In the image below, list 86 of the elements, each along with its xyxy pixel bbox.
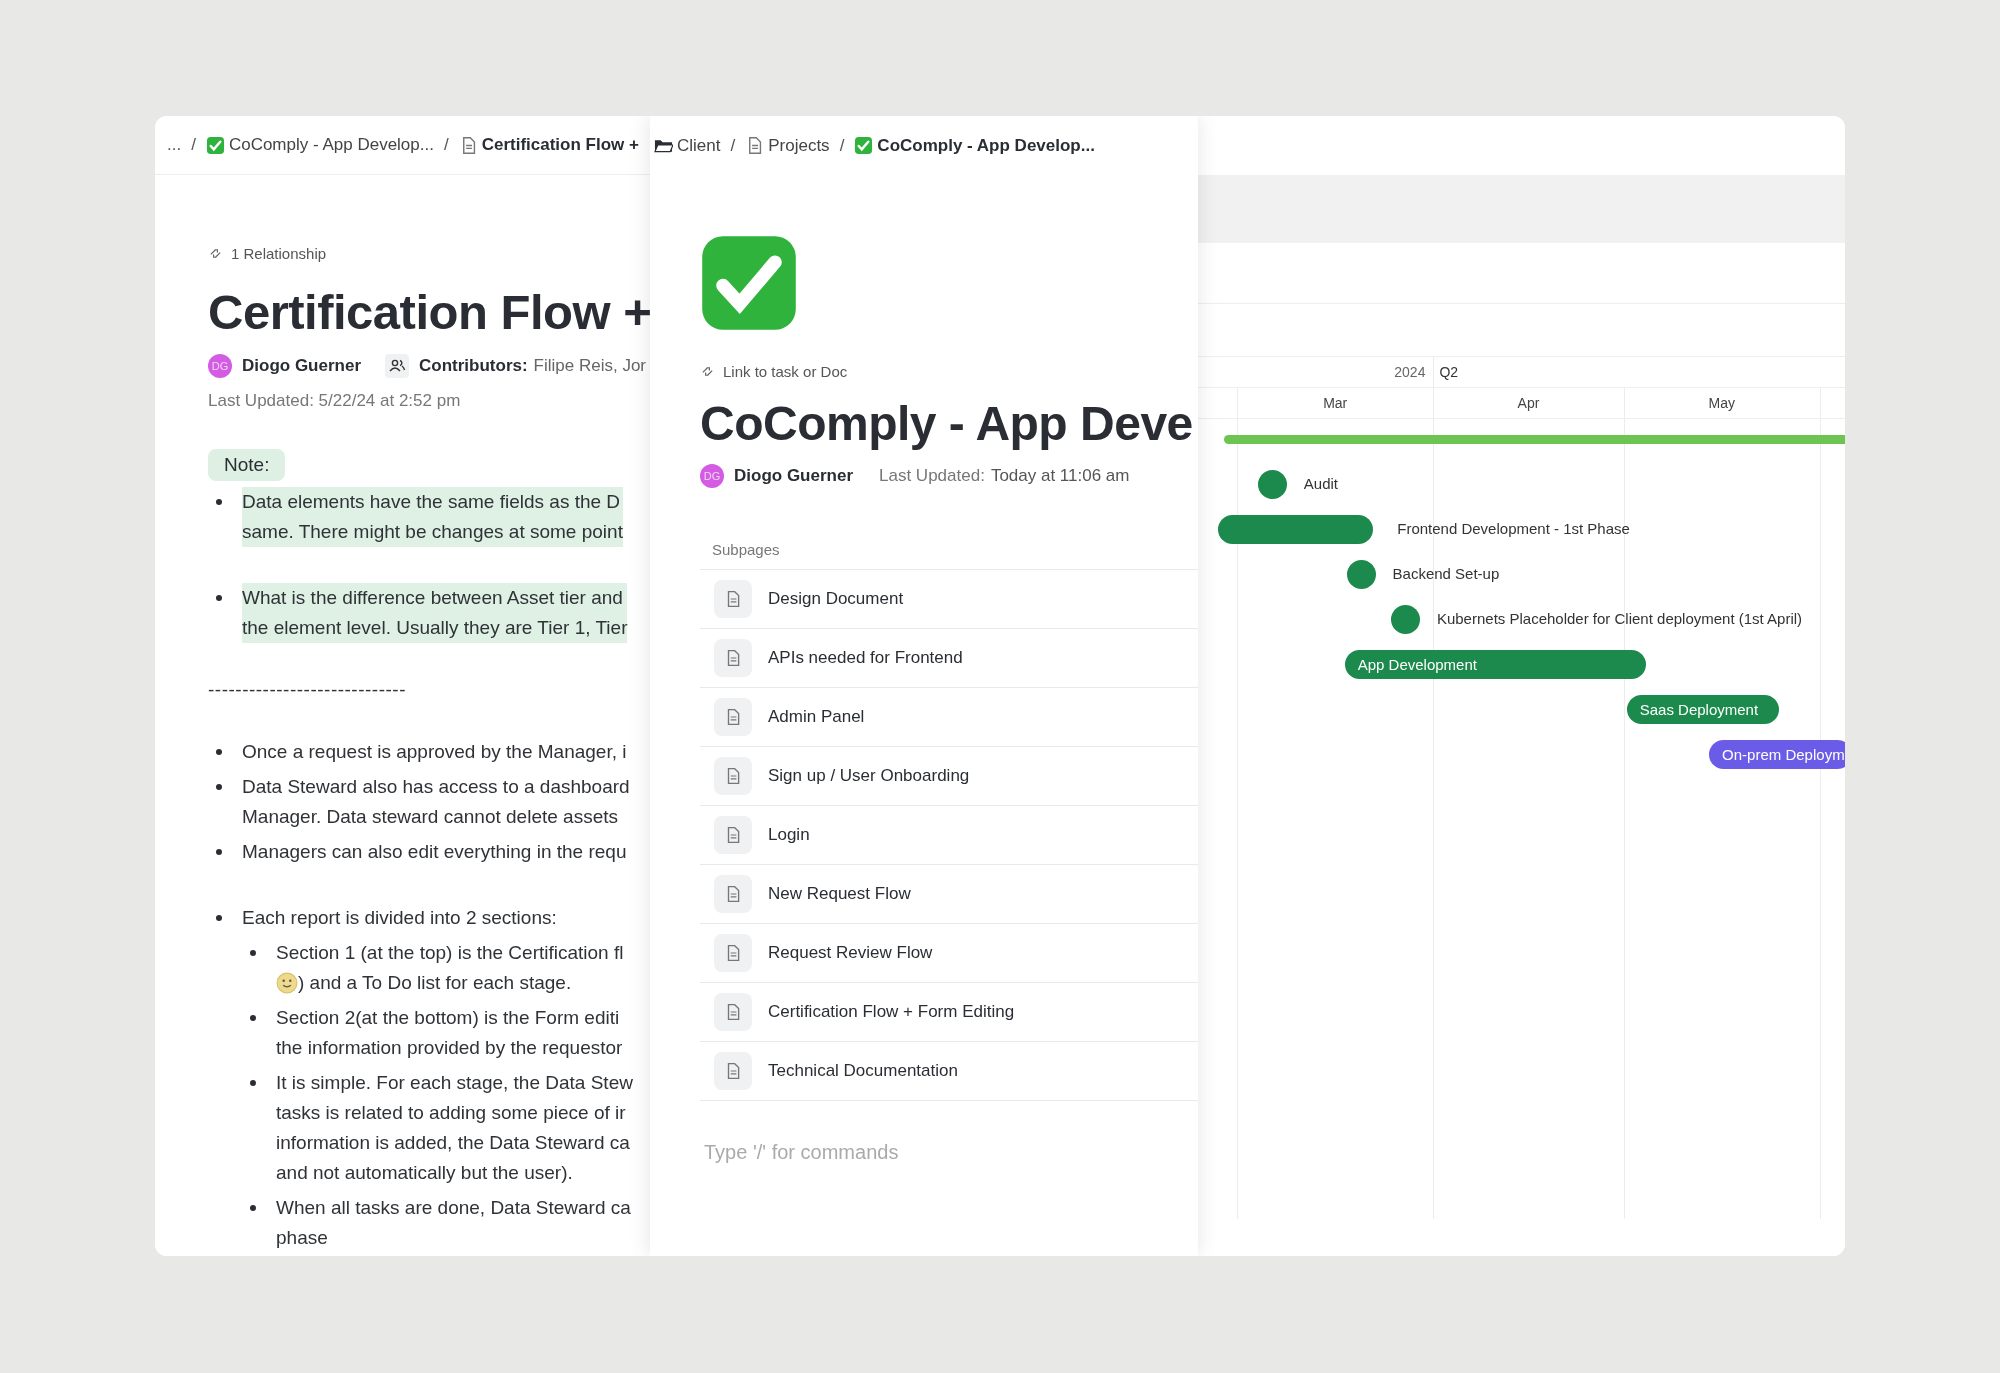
milestone-dot[interactable] <box>1257 470 1287 499</box>
last-updated-value: Today at 11:06 am <box>990 466 1130 486</box>
bullet-text: What is the difference between Asset tier and the element level. Usually they are Tier 1, Tier <box>242 583 628 643</box>
bullet-dot <box>216 595 222 601</box>
milestone-dot[interactable] <box>1390 605 1420 634</box>
quarter-label: Q2 <box>1439 364 1459 380</box>
bullet-text: Data Steward also has access to a dashboard Manager. Data steward cannot delete assets <box>242 775 630 829</box>
subpage-row[interactable]: Design Document <box>700 570 1198 629</box>
breadcrumb-separator: / <box>839 135 845 156</box>
subpage-row[interactable]: Request Review Flow <box>700 924 1198 983</box>
contributors-label: Contributors: <box>419 356 528 376</box>
bullet-dot <box>250 1080 256 1086</box>
month-label: Mar <box>1322 395 1349 411</box>
breadcrumb-link[interactable]: Certification Flow + <box>458 135 639 155</box>
subpage-row[interactable]: Certification Flow + Form Editing <box>700 983 1198 1042</box>
page-title: CoComply - App Deve <box>700 396 1194 452</box>
bullet-dot <box>250 950 256 956</box>
document-icon <box>714 698 752 736</box>
author-name: Diogo Guerner <box>242 356 361 376</box>
task-label: Audit <box>1303 475 1339 492</box>
bullet-dot <box>216 915 222 921</box>
document-icon <box>714 993 752 1031</box>
subpage-row[interactable]: New Request Flow <box>700 865 1198 924</box>
bullet-dot <box>250 1205 256 1211</box>
bullet-dot <box>216 499 222 505</box>
page-title: Certification Flow + <box>208 284 650 341</box>
breadcrumb-link[interactable]: CoComply - App Develop... <box>205 135 434 155</box>
bullet-dot <box>216 749 222 755</box>
task-bar[interactable]: Saas Deployment <box>1626 695 1779 724</box>
bullet-text: It is simple. For each stage, the Data Stew tasks is related to adding some piece of ir information is added, the Data Steward ca and not automatically but the user). <box>276 1071 633 1185</box>
contributors-icon <box>385 354 409 378</box>
breadcrumb-separator: / <box>730 135 736 156</box>
smiley-icon <box>276 972 298 994</box>
bullet-text: ) and a To Do list for each stage. <box>298 971 572 995</box>
task-bar[interactable] <box>1218 515 1374 544</box>
checkbox-icon <box>854 136 874 155</box>
last-updated: Last Updated: 5/22/24 at 2:52 pm <box>208 391 462 412</box>
document-icon <box>714 757 752 795</box>
year-label: 2024 <box>1394 364 1426 380</box>
bullet-text: When all tasks are done, Data Steward ca phase <box>276 1196 631 1250</box>
subpage-row[interactable]: Technical Documentation <box>700 1042 1198 1101</box>
document-icon <box>714 816 752 854</box>
document-icon <box>714 1052 752 1090</box>
author-name: Diogo Guerner <box>734 466 853 486</box>
subpages-heading: Subpages <box>700 535 1198 570</box>
checkbox-icon <box>205 135 225 155</box>
bullet-text: Section 2(at the bottom) is the Form editi the information provided by the requestor <box>276 1006 623 1060</box>
subpage-row[interactable]: Sign up / User Onboarding <box>700 747 1198 806</box>
bullet-text: Data elements have the same fields as the D same. There might be changes at some point <box>242 487 623 547</box>
last-updated-label: Last Updated: <box>879 466 985 486</box>
subpage-row[interactable]: Login <box>700 806 1198 865</box>
avatar: DG <box>208 354 232 378</box>
contributors-names: Filipe Reis, Jor <box>533 356 647 376</box>
bullet-dot <box>250 1015 256 1021</box>
bullet-dot <box>216 784 222 790</box>
milestone-dot[interactable] <box>1346 560 1376 589</box>
dashed-rule-text: ----------------------------- <box>208 679 407 701</box>
task-bar[interactable]: App Development <box>1344 650 1646 679</box>
bullet-text: Section 1 (at the top) is the Certification fl <box>276 941 624 965</box>
document-icon <box>714 639 752 677</box>
link-to-task-button[interactable]: Link to task or Doc <box>723 362 848 380</box>
document-icon <box>714 875 752 913</box>
breadcrumb-separator: / <box>443 135 449 155</box>
breadcrumb-link[interactable]: Client <box>654 135 721 156</box>
relationship-link[interactable]: 1 Relationship <box>231 244 327 262</box>
note-label: Note: <box>208 449 286 481</box>
bullet-text: Managers can also edit everything in the requ <box>242 840 627 864</box>
bullet-text: Once a request is approved by the Manager, i <box>242 740 627 764</box>
subpage-row[interactable]: Admin Panel <box>700 688 1198 747</box>
task-label: Backend Set-up <box>1392 565 1500 582</box>
breadcrumb-link[interactable]: CoComply - App Develop... <box>854 135 1095 156</box>
avatar: DG <box>700 464 724 488</box>
month-label: May <box>1707 395 1736 411</box>
subpage-row[interactable]: APIs needed for Frontend <box>700 629 1198 688</box>
breadcrumb-ellipsis[interactable]: ... <box>167 135 182 155</box>
task-bar[interactable]: On-prem Deploym <box>1709 740 1845 769</box>
document-icon <box>714 934 752 972</box>
bullet-text: Each report is divided into 2 sections: <box>242 906 557 930</box>
breadcrumb-separator: / <box>191 135 196 155</box>
document-icon <box>714 580 752 618</box>
breadcrumb-link[interactable]: Projects <box>745 135 830 156</box>
task-label: Frontend Development - 1st Phase <box>1397 520 1630 537</box>
command-field[interactable]: Type '/' for commands <box>700 1141 1148 1164</box>
bullet-dot <box>216 849 222 855</box>
task-label: Kubernets Placeholder for Client deployment (1st April) <box>1436 610 1803 627</box>
month-label: Apr <box>1516 395 1541 411</box>
